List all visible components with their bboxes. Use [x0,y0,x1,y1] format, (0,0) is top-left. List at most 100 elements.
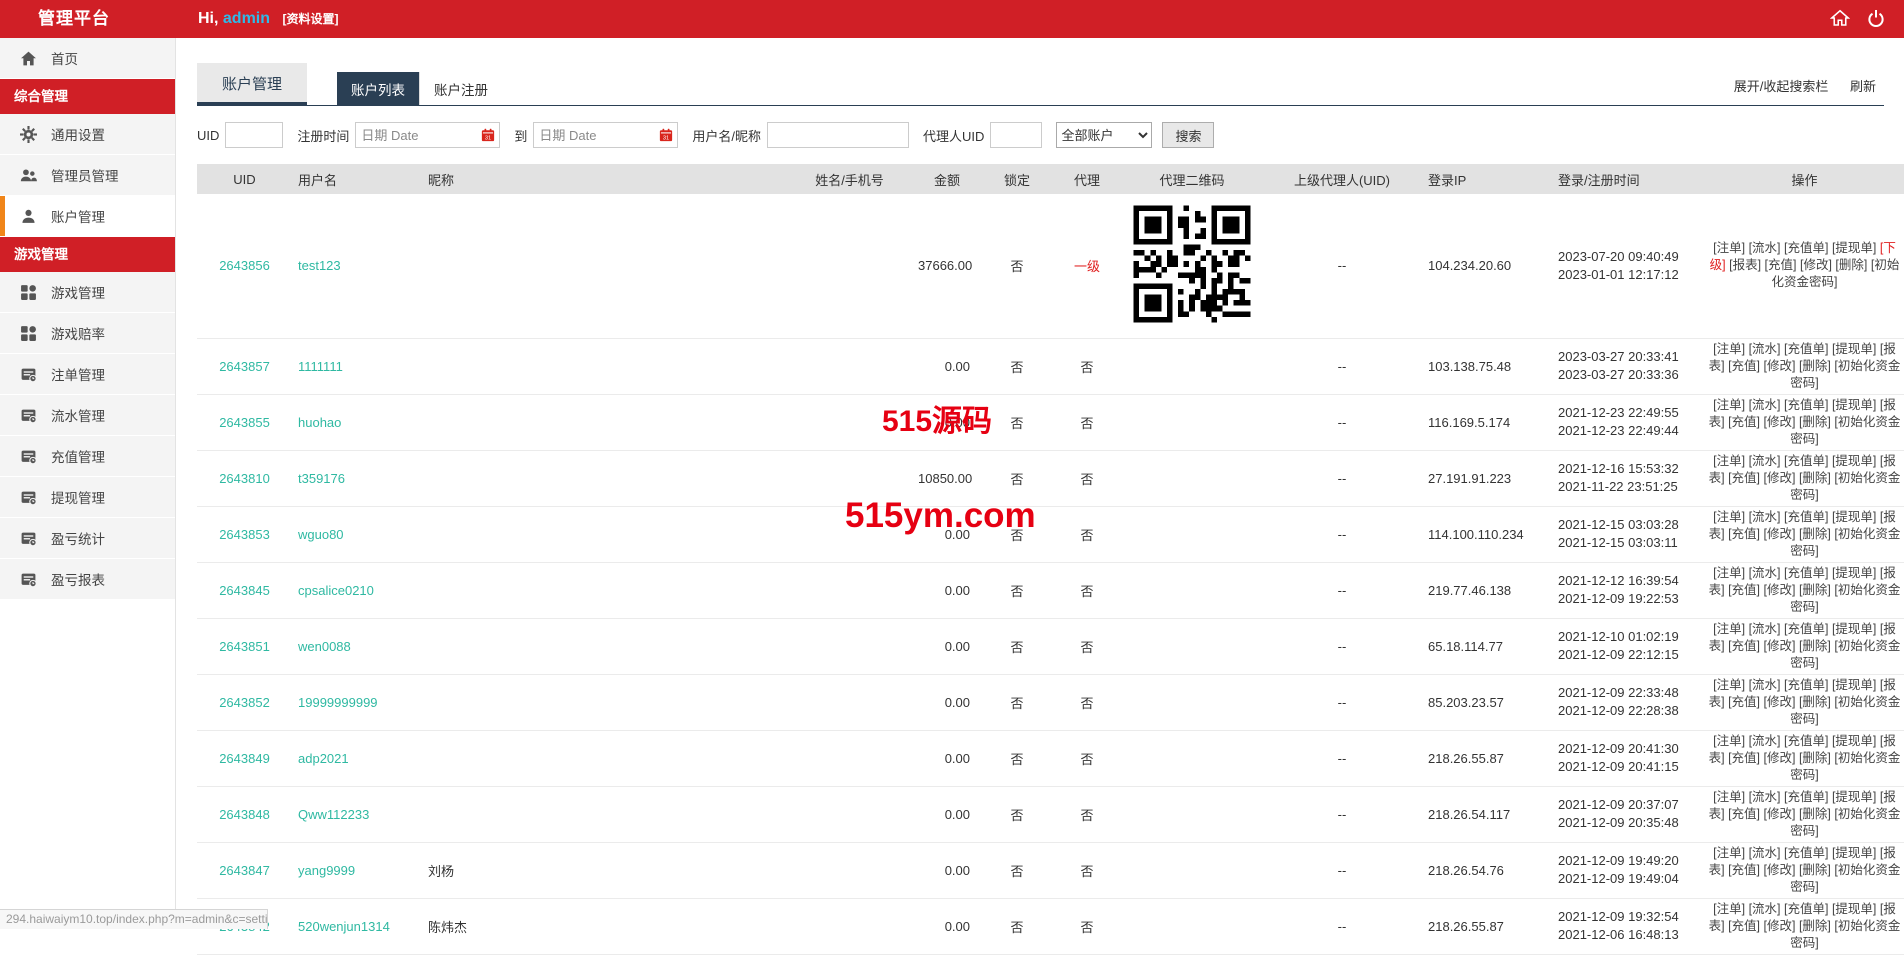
op-link-提现单[interactable]: [提现单] [1832,454,1876,468]
op-link-提现单[interactable]: [提现单] [1832,510,1876,524]
op-link-删除[interactable]: [删除] [1799,639,1831,653]
tab-账户列表[interactable]: 账户列表 [337,72,419,105]
uid-link[interactable]: 2643849 [219,751,270,766]
home-icon[interactable] [1830,8,1850,28]
op-link-充值[interactable]: [充值] [1765,258,1797,272]
sidebar-item-充值管理[interactable]: 充值管理 [0,436,175,477]
op-link-修改[interactable]: [修改] [1764,527,1796,541]
uid-link[interactable]: 2643857 [219,359,270,374]
uid-link[interactable]: 2643810 [219,471,270,486]
op-link-充值[interactable]: [充值] [1728,639,1760,653]
op-link-充值[interactable]: [充值] [1728,919,1760,933]
op-link-充值[interactable]: [充值] [1728,751,1760,765]
op-link-删除[interactable]: [删除] [1799,919,1831,933]
op-link-删除[interactable]: [删除] [1799,471,1831,485]
op-link-提现单[interactable]: [提现单] [1832,622,1876,636]
username-link[interactable]: 1111111 [298,359,343,374]
op-link-流水[interactable]: [流水] [1749,790,1781,804]
username-link[interactable]: test123 [298,258,341,273]
uid-link[interactable]: 2643852 [219,695,270,710]
tab-账户注册[interactable]: 账户注册 [419,72,502,105]
profile-settings-link[interactable]: [资料设置] [282,12,338,26]
uid-link[interactable]: 2643845 [219,583,270,598]
toggle-search-link[interactable]: 展开/收起搜索栏 [1734,79,1829,94]
op-link-修改[interactable]: [修改] [1764,863,1796,877]
op-link-充值单[interactable]: [充值单] [1784,678,1828,692]
op-link-注单[interactable]: [注单] [1713,454,1745,468]
op-link-修改[interactable]: [修改] [1764,695,1796,709]
op-link-修改[interactable]: [修改] [1764,807,1796,821]
username-link[interactable]: Qww112233 [298,807,369,822]
op-link-注单[interactable]: [注单] [1713,734,1745,748]
op-link-提现单[interactable]: [提现单] [1832,678,1876,692]
sidebar-item-游戏赔率[interactable]: 游戏赔率 [0,313,175,354]
op-link-修改[interactable]: [修改] [1764,583,1796,597]
op-link-流水[interactable]: [流水] [1749,902,1781,916]
username-link[interactable]: yang9999 [298,863,355,878]
refresh-link[interactable]: 刷新 [1850,79,1876,94]
op-link-充值单[interactable]: [充值单] [1784,241,1828,255]
sidebar-item-注单管理[interactable]: 注单管理 [0,354,175,395]
op-link-删除[interactable]: [删除] [1799,415,1831,429]
op-link-修改[interactable]: [修改] [1764,639,1796,653]
op-link-充值[interactable]: [充值] [1728,807,1760,821]
op-link-注单[interactable]: [注单] [1713,846,1745,860]
op-link-注单[interactable]: [注单] [1713,902,1745,916]
start-date-input[interactable] [355,122,500,148]
sidebar-item-游戏管理[interactable]: 游戏管理 [0,272,175,313]
op-link-修改[interactable]: [修改] [1800,258,1832,272]
uid-link[interactable]: 2643847 [219,863,270,878]
op-link-充值单[interactable]: [充值单] [1784,622,1828,636]
username-link[interactable]: adp2021 [298,751,349,766]
op-link-流水[interactable]: [流水] [1749,454,1781,468]
op-link-注单[interactable]: [注单] [1713,241,1745,255]
op-link-充值[interactable]: [充值] [1728,359,1760,373]
op-link-提现单[interactable]: [提现单] [1832,566,1876,580]
op-link-删除[interactable]: [删除] [1835,258,1867,272]
account-filter-select[interactable]: 全部账户 [1056,122,1152,148]
op-link-流水[interactable]: [流水] [1749,734,1781,748]
op-link-注单[interactable]: [注单] [1713,566,1745,580]
power-icon[interactable] [1866,8,1886,28]
op-link-注单[interactable]: [注单] [1713,510,1745,524]
op-link-提现单[interactable]: [提现单] [1832,342,1876,356]
username-link[interactable]: cpsalice0210 [298,583,374,598]
username-nickname-input[interactable] [767,122,909,148]
sidebar-item-账户管理[interactable]: 账户管理 [0,196,175,237]
username-link[interactable]: huohao [298,415,341,430]
uid-link[interactable]: 2643848 [219,807,270,822]
sidebar-item-通用设置[interactable]: 通用设置 [0,114,175,155]
op-link-充值单[interactable]: [充值单] [1784,566,1828,580]
end-date-input[interactable] [533,122,678,148]
uid-link[interactable]: 2643856 [219,258,270,273]
op-link-修改[interactable]: [修改] [1764,359,1796,373]
sidebar-item-盈亏统计[interactable]: 盈亏统计 [0,518,175,559]
uid-input[interactable] [225,122,283,148]
uid-link[interactable]: 2643855 [219,415,270,430]
op-link-充值[interactable]: [充值] [1728,863,1760,877]
op-link-注单[interactable]: [注单] [1713,342,1745,356]
op-link-流水[interactable]: [流水] [1749,510,1781,524]
op-link-充值单[interactable]: [充值单] [1784,510,1828,524]
op-link-提现单[interactable]: [提现单] [1832,241,1876,255]
search-button[interactable]: 搜索 [1162,122,1214,148]
op-link-充值单[interactable]: [充值单] [1784,790,1828,804]
op-link-删除[interactable]: [删除] [1799,751,1831,765]
op-link-流水[interactable]: [流水] [1749,846,1781,860]
username-link[interactable]: wen0088 [298,639,351,654]
op-link-流水[interactable]: [流水] [1749,398,1781,412]
username-link[interactable]: 19999999999 [298,695,378,710]
uid-link[interactable]: 2643851 [219,639,270,654]
username-link[interactable]: t359176 [298,471,345,486]
op-link-充值单[interactable]: [充值单] [1784,902,1828,916]
op-link-充值单[interactable]: [充值单] [1784,398,1828,412]
op-link-充值单[interactable]: [充值单] [1784,734,1828,748]
op-link-提现单[interactable]: [提现单] [1832,902,1876,916]
sidebar-item-首页[interactable]: 首页 [0,38,175,79]
op-link-删除[interactable]: [删除] [1799,527,1831,541]
username-link[interactable]: wguo80 [298,527,344,542]
op-link-充值[interactable]: [充值] [1728,415,1760,429]
op-link-注单[interactable]: [注单] [1713,622,1745,636]
op-link-流水[interactable]: [流水] [1749,678,1781,692]
op-link-删除[interactable]: [删除] [1799,807,1831,821]
